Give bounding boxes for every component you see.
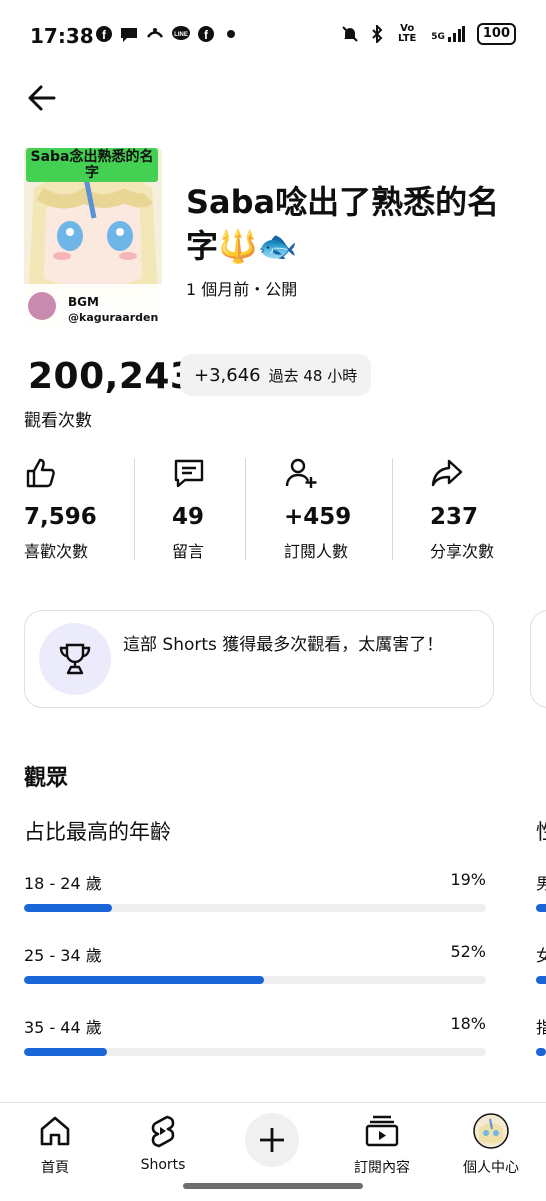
engagement-metrics: 7,596 喜歡次數 49 留言 +459 訂閱人數 237 分享次數 [0,456,546,561]
thumbnail-credit-top: BGM [68,295,99,309]
age-bar-track [24,1048,486,1056]
age-bar-track [24,904,486,912]
mute-icon [342,26,358,42]
metric-label: 分享次數 [430,542,495,561]
age-bar-fill [24,976,265,984]
age-label: 35 - 44 歲 [24,1018,102,1037]
more-notifications-dot [227,30,235,38]
gender-peek-label: 指 [536,1018,546,1037]
facebook-icon: f [96,26,112,42]
svg-text:LINE: LINE [174,32,188,38]
achievement-icon-circle [39,623,111,695]
metric-value: 237 [430,504,479,530]
views-period: 過去 48 小時 [268,366,358,385]
trophy-icon [59,643,91,675]
metric-divider [245,458,246,560]
signal-icon: 5G [431,26,465,42]
age-bar-fill [24,1048,108,1056]
video-meta: 1 個月前・公開 [186,280,298,299]
gender-peek-label: 女 [536,946,546,965]
nav-label: 首頁 [41,1160,69,1176]
notification-icons: f LINE f [95,25,235,43]
views-delta-pill: +3,646 過去 48 小時 [180,354,372,396]
line-icon: LINE [172,26,190,40]
gender-peek-bar [536,1048,546,1056]
gender-peek-bar [536,976,546,984]
gender-title-peek: 性 [536,816,546,846]
age-row: 18 - 24 歲 19% [24,870,486,930]
battery-indicator: 100 [476,23,516,45]
back-arrow-icon [28,85,56,111]
subscriptions-icon [365,1115,399,1147]
bluetooth-icon [372,25,383,43]
thumbnail-credit-handle: @kaguraarden [68,311,159,324]
plus-icon [260,1128,284,1152]
add-person-icon [285,458,317,488]
create-button[interactable] [245,1113,299,1167]
shorts-icon [151,1115,175,1148]
metric-label: 喜歡次數 [24,542,89,561]
metric-value: 7,596 [24,504,97,530]
views-label: 觀看次數 [24,411,92,431]
video-thumbnail[interactable]: Saba念出熟悉的名字 BGM @kaguraarden [24,148,162,330]
nav-subscriptions[interactable]: 訂閱內容 [332,1113,432,1176]
thumbnail-caption: Saba念出熟悉的名字 [26,148,158,182]
next-card-peek[interactable] [530,610,546,708]
gender-peek-label: 男 [536,874,546,893]
comment-icon [174,459,204,488]
avatar [473,1113,509,1149]
age-row: 35 - 44 歲 18% [24,1014,486,1074]
home-indicator [183,1183,363,1189]
system-icons: Vo LTE 5G 100 [341,23,516,45]
audience-title: 觀眾 [24,766,69,791]
achievement-card[interactable]: 這部 Shorts 獲得最多次觀看，太厲害了！ [24,610,494,708]
age-title: 占比最高的年齡 [24,820,171,844]
message-icon [121,28,137,42]
network-type: 5G [431,32,445,42]
nav-label: 個人中心 [463,1160,519,1176]
age-percent: 52% [450,942,486,961]
nav-profile[interactable]: 個人中心 [441,1113,541,1176]
incoming-call-icon [146,28,164,38]
thumbs-up-icon [26,458,55,488]
views-delta: +3,646 [194,364,261,386]
age-label: 18 - 24 歲 [24,874,102,893]
nav-shorts[interactable]: Shorts [113,1113,213,1173]
achievement-text: 這部 Shorts 獲得最多次觀看，太厲害了！ [123,635,444,655]
nav-label: 訂閱內容 [354,1160,410,1176]
age-bar-fill [24,904,112,912]
status-bar: 17:38 f LINE f Vo LTE 5G 100 [0,0,546,72]
age-label: 25 - 34 歲 [24,946,102,965]
facebook-icon: f [198,26,214,42]
views-count: 200,243 [28,356,196,397]
age-percent: 18% [450,1014,486,1033]
video-title: Saba唸出了熟悉的名字🔱🐟 [186,183,500,265]
age-percent: 19% [450,870,486,889]
metric-value: 49 [172,504,205,530]
status-time: 17:38 [30,24,94,48]
nav-label: Shorts [140,1157,186,1173]
metric-label: 訂閱人數 [284,542,349,561]
volte-indicator: Vo LTE [398,23,417,44]
age-bar-track [24,976,486,984]
metric-divider [134,458,135,560]
metric-value: +459 [284,504,352,530]
age-row: 25 - 34 歲 52% [24,942,486,1002]
share-icon [431,459,463,487]
metric-label: 留言 [172,542,205,561]
back-button[interactable] [24,80,60,116]
gender-peek-bar [536,904,546,912]
metric-divider [392,458,393,560]
home-icon [40,1116,70,1146]
nav-home[interactable]: 首頁 [5,1113,105,1176]
